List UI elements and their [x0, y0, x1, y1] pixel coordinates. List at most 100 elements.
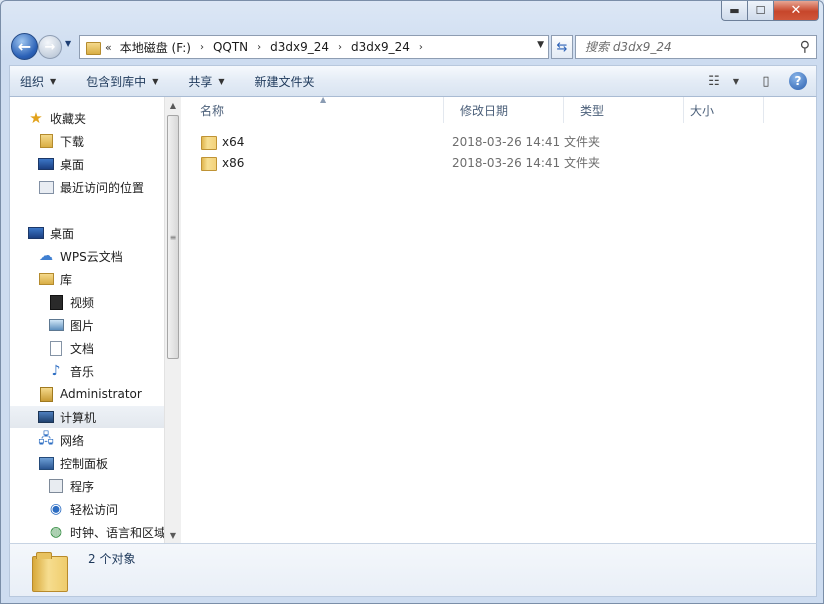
picture-icon	[48, 317, 64, 333]
share-button[interactable]: 共享 ▼	[168, 66, 234, 96]
file-type-cell: 文件夹	[564, 156, 601, 170]
new-folder-button[interactable]: 新建文件夹	[235, 66, 325, 96]
music-icon: ♪	[51, 363, 61, 379]
address-dropdown-button[interactable]: ▼	[537, 40, 544, 50]
scroll-down-button[interactable]: ▼	[165, 527, 181, 543]
breadcrumb-overflow-button[interactable]: «	[105, 41, 112, 54]
nav-item-videos[interactable]: 视频	[48, 291, 94, 313]
column-header-date-modified[interactable]: 修改日期	[444, 97, 564, 123]
nav-item-label: 轻松访问	[70, 502, 119, 517]
nav-item-documents[interactable]: 文档	[48, 337, 94, 359]
search-icon[interactable]: ⚲	[800, 39, 810, 55]
search-input[interactable]	[576, 40, 786, 54]
nav-item-favorites[interactable]: ★ 收藏夹	[28, 107, 86, 129]
video-icon	[48, 294, 64, 310]
navigation-scrollbar[interactable]: ▲ ≡ ▼	[164, 97, 181, 543]
breadcrumb-item-current[interactable]: d3dx9_24 ›	[351, 40, 432, 54]
column-header-label: 大小	[690, 103, 715, 118]
refresh-button[interactable]: ⇆	[551, 35, 573, 59]
navigation-row: ← → ▼ « 本地磁盘 (F:) › QQTN › d3dx9_24 › d3dx9…	[9, 31, 817, 61]
breadcrumb-item-qqtn[interactable]: QQTN ›	[213, 40, 270, 54]
nav-item-label: 下载	[60, 134, 85, 149]
nav-item-network[interactable]: 🖧 网络	[38, 429, 84, 451]
arrow-left-icon: ←	[17, 37, 32, 56]
chevron-down-icon: ▼	[537, 40, 544, 50]
scrollbar-thumb[interactable]: ≡	[167, 115, 179, 359]
nav-item-music[interactable]: ♪ 音乐	[48, 360, 94, 382]
grip-icon: ≡	[169, 232, 177, 242]
chevron-down-icon: ▼	[732, 76, 740, 86]
address-bar[interactable]: « 本地磁盘 (F:) › QQTN › d3dx9_24 › d3dx9_24 › ▼	[79, 35, 549, 59]
nav-item-desktop[interactable]: 桌面	[28, 222, 74, 244]
minimize-icon: ▬	[729, 4, 740, 17]
nav-item-label: 最近访问的位置	[60, 180, 145, 195]
forward-button[interactable]: →	[38, 35, 62, 59]
preview-pane-icon: ▯	[762, 73, 770, 89]
nav-item-ease-of-access[interactable]: ◉ 轻松访问	[48, 498, 118, 520]
maximize-button[interactable]: ☐	[747, 1, 773, 21]
column-header-type[interactable]: 类型	[564, 97, 684, 123]
breadcrumb-chevron-icon[interactable]: ›	[200, 42, 204, 53]
scroll-up-button[interactable]: ▲	[165, 97, 181, 113]
preview-pane-button[interactable]: ▯	[752, 69, 780, 93]
chevron-down-icon: ▼	[50, 76, 57, 86]
history-dropdown[interactable]: ▼	[65, 39, 71, 48]
file-list-pane: ▲ 名称 修改日期 类型 大小 x64 2018-03-26 14:41 文件夹 …	[182, 95, 818, 543]
column-header-label: 名称	[200, 103, 225, 118]
file-row[interactable]: x64 2018-03-26 14:41 文件夹	[182, 131, 818, 152]
nav-item-label: 桌面	[60, 157, 85, 172]
include-in-library-button[interactable]: 包含到库中 ▼	[66, 66, 168, 96]
nav-item-label: 网络	[60, 433, 85, 448]
nav-item-label: Administrator	[60, 387, 142, 401]
column-header-name[interactable]: ▲ 名称	[182, 95, 444, 123]
breadcrumb-item-d3dx9-24[interactable]: d3dx9_24 ›	[270, 40, 351, 54]
nav-item-control-panel[interactable]: 控制面板	[38, 452, 108, 474]
close-button[interactable]: ✕	[773, 1, 819, 21]
nav-item-recent-places[interactable]: 最近访问的位置	[38, 176, 144, 198]
breadcrumb-chevron-icon[interactable]: ›	[257, 42, 261, 53]
nav-item-computer[interactable]: 计算机	[10, 406, 164, 428]
user-folder-icon	[38, 386, 54, 402]
folder-icon	[200, 156, 217, 171]
new-folder-label: 新建文件夹	[254, 74, 315, 89]
organize-button[interactable]: 组织 ▼	[10, 66, 66, 96]
file-name: x64	[222, 134, 245, 149]
nav-item-label: 库	[60, 272, 73, 287]
star-icon: ★	[29, 109, 43, 127]
nav-item-clock-language-region[interactable]: ◍ 时钟、语言和区域	[48, 521, 164, 543]
nav-item-libraries[interactable]: 库	[38, 268, 72, 290]
details-pane: 2 个对象	[9, 543, 817, 597]
column-header-label: 类型	[580, 103, 605, 118]
nav-item-label: 程序	[70, 479, 95, 494]
minimize-button[interactable]: ▬	[721, 1, 747, 21]
nav-item-pictures[interactable]: 图片	[48, 314, 94, 336]
nav-item-wps-cloud[interactable]: ☁ WPS云文档	[38, 245, 123, 267]
document-icon	[48, 340, 64, 356]
file-date-cell: 2018-03-26 14:41	[452, 134, 561, 149]
ease-of-access-icon: ◉	[49, 501, 63, 517]
breadcrumb-item-drive[interactable]: 本地磁盘 (F:) ›	[120, 39, 213, 56]
nav-item-administrator[interactable]: Administrator	[38, 383, 142, 405]
chevron-down-icon: ▼	[169, 530, 177, 540]
change-view-button[interactable]: ☷	[700, 69, 728, 93]
toolbar-right: ☷ ▼ ▯ ?	[700, 66, 812, 96]
nav-item-desktop-favorite[interactable]: 桌面	[38, 153, 84, 175]
nav-item-downloads[interactable]: 下载	[38, 130, 84, 152]
nav-item-label: 收藏夹	[50, 111, 87, 126]
view-options-dropdown[interactable]: ▼	[728, 69, 744, 93]
organize-label: 组织	[20, 74, 45, 89]
breadcrumb-chevron-icon[interactable]: ›	[419, 42, 423, 53]
column-header-size[interactable]: 大小	[684, 97, 764, 123]
column-header-label: 修改日期	[460, 103, 509, 118]
help-button[interactable]: ?	[784, 69, 812, 93]
arrow-right-icon: →	[44, 39, 56, 55]
nav-item-label: 图片	[70, 318, 95, 333]
nav-item-programs[interactable]: 程序	[48, 475, 94, 497]
help-icon: ?	[789, 72, 807, 90]
file-name-cell: x86	[182, 156, 444, 171]
breadcrumb-chevron-icon[interactable]: ›	[338, 42, 342, 53]
content-area: ★ 收藏夹 下载 桌面 最近访问的位置 桌面 ☁ WPS云文档 库 视频 图片 文档…	[9, 95, 818, 543]
file-row[interactable]: x86 2018-03-26 14:41 文件夹	[182, 152, 818, 173]
nav-item-label: 文档	[70, 341, 95, 356]
back-button[interactable]: ←	[11, 33, 38, 60]
